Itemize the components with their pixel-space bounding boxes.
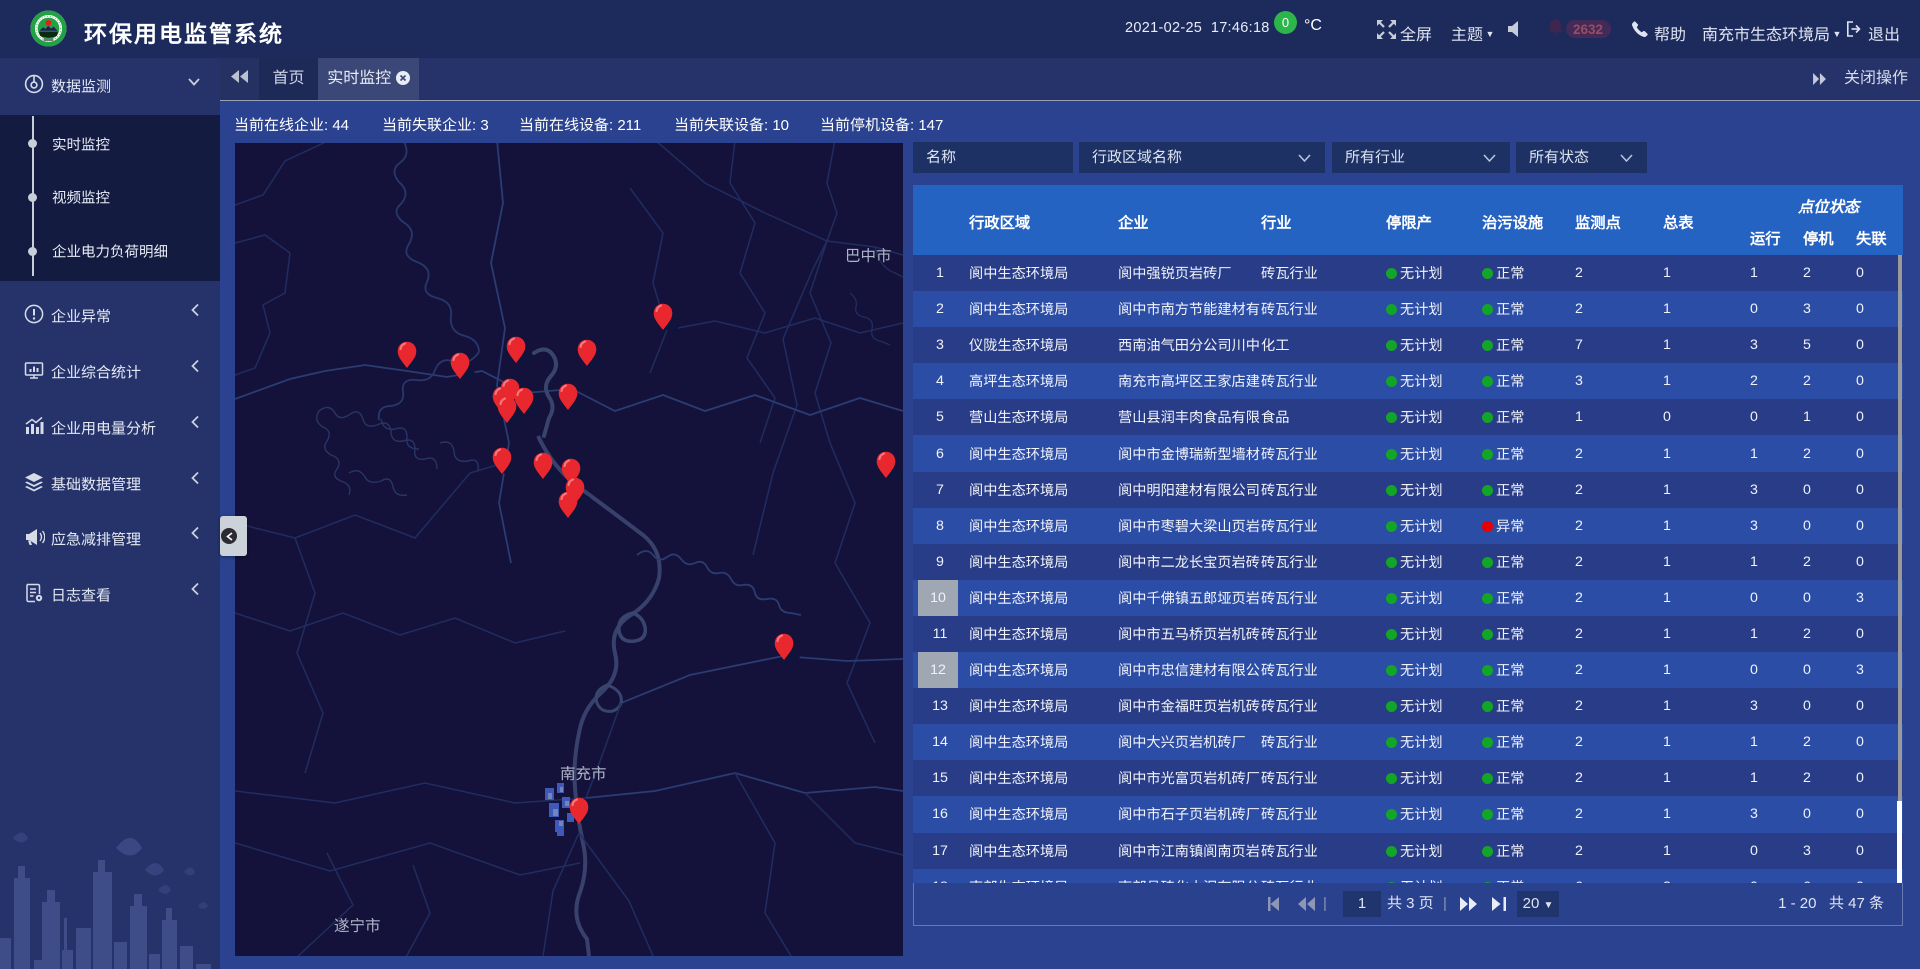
svg-text:巴中市: 巴中市	[845, 247, 892, 265]
svg-text:南充市: 南充市	[560, 765, 607, 783]
svg-text:遂宁市: 遂宁市	[334, 917, 381, 935]
